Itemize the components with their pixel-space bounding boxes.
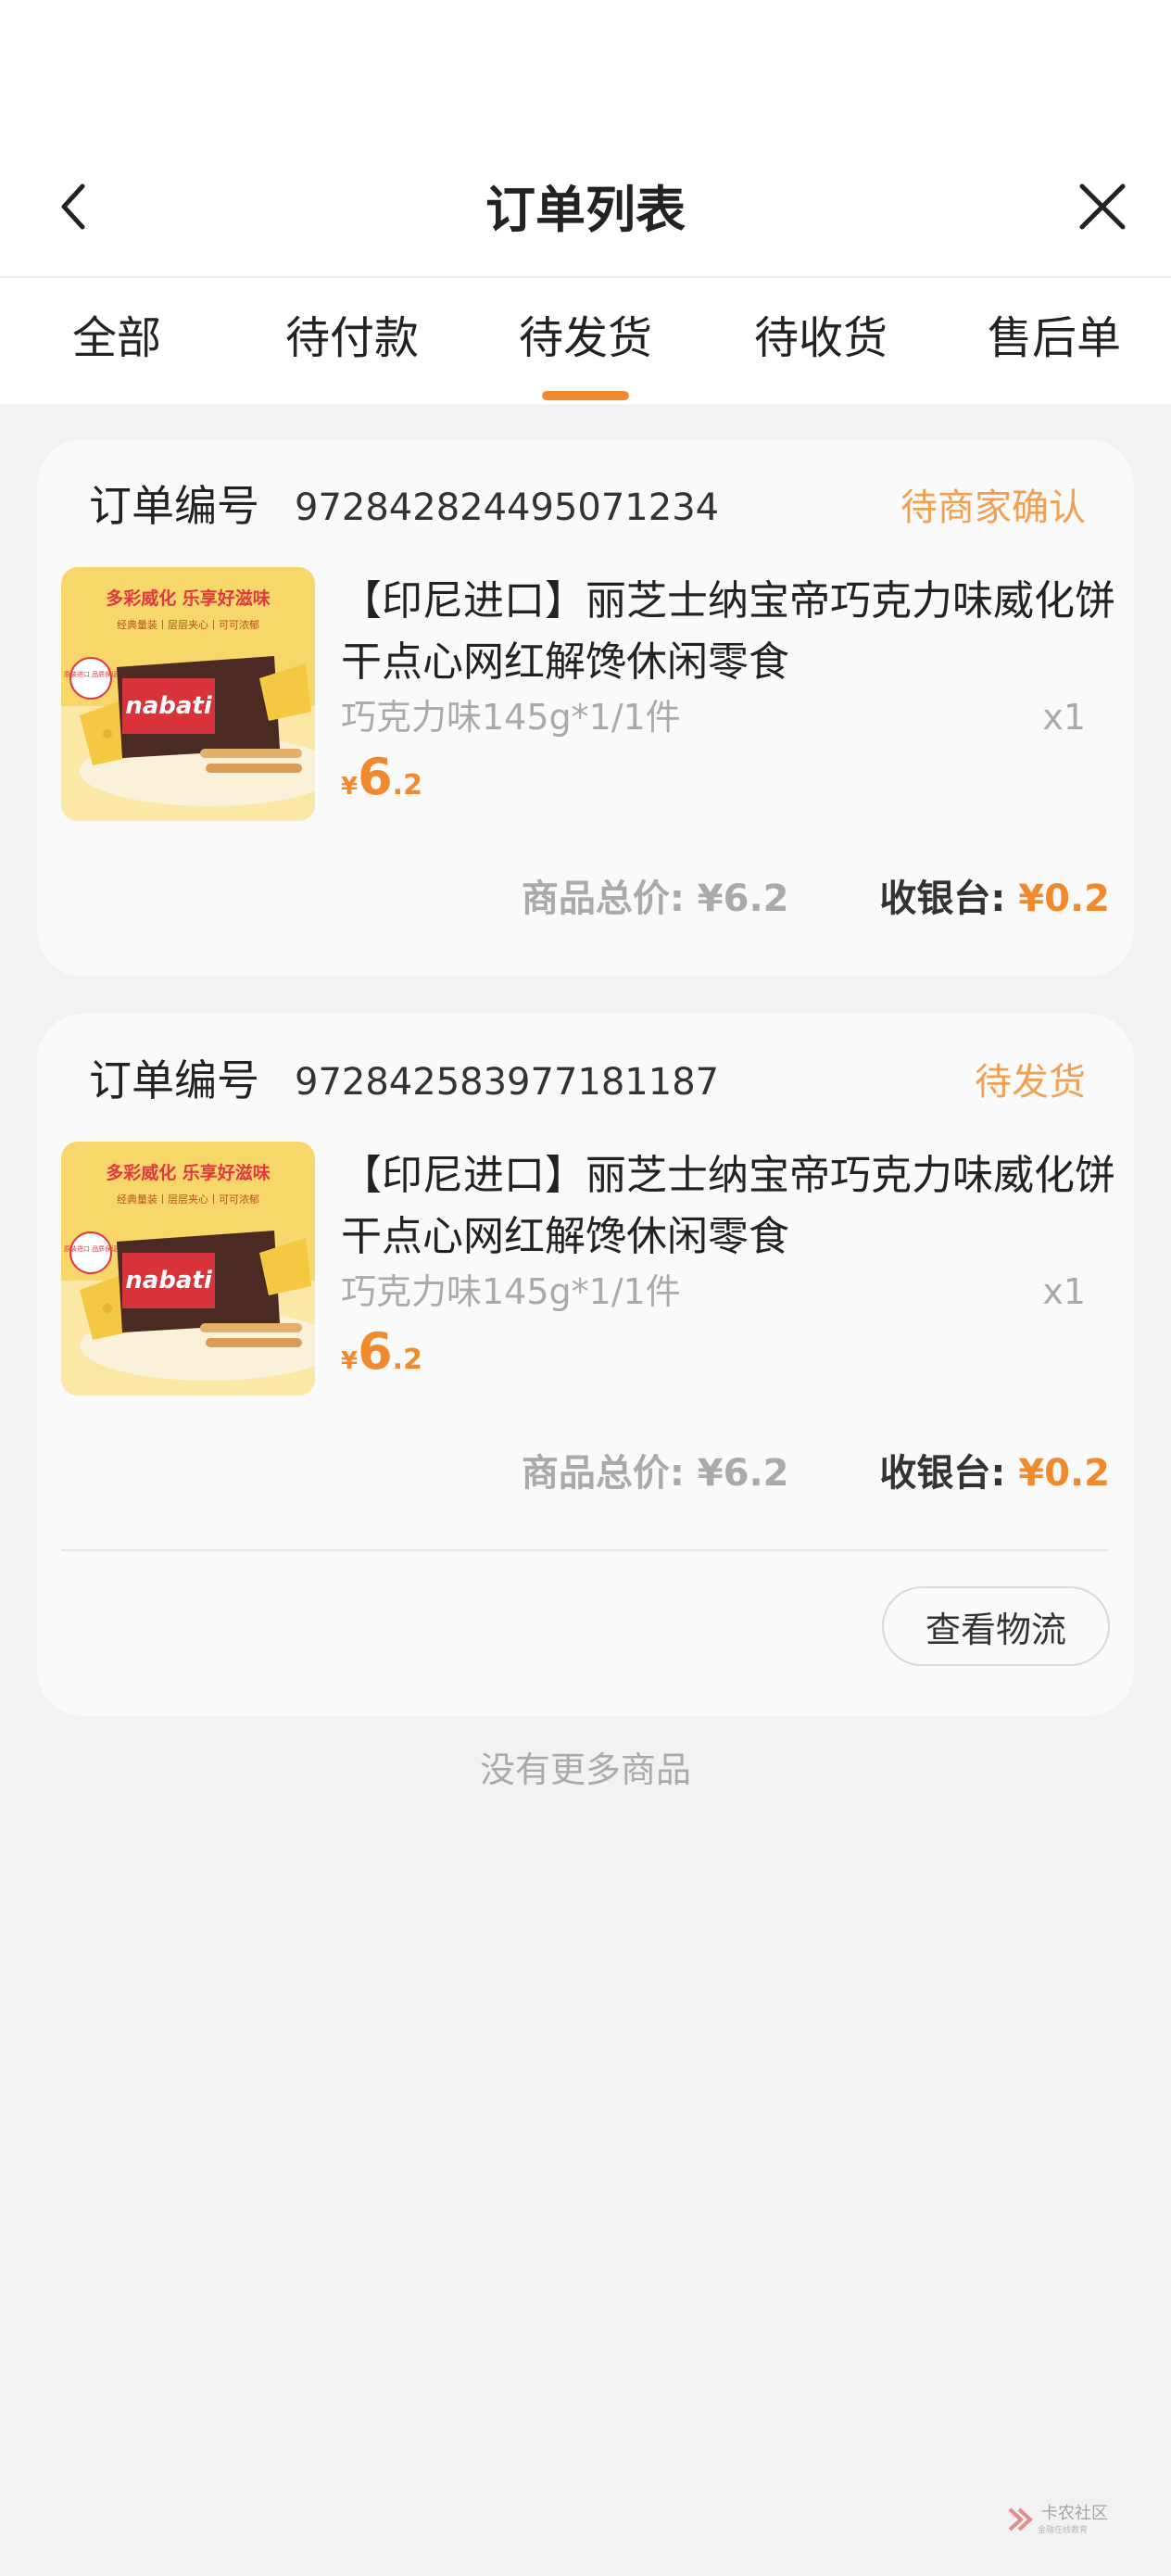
order-number: 972842583977181187 — [295, 1061, 720, 1104]
product-quantity: x1 — [1042, 1271, 1086, 1312]
product-quantity: x1 — [1042, 697, 1086, 738]
product-price: ¥6.2 — [341, 745, 422, 822]
tab-pending-shipment[interactable]: 待发货 — [493, 306, 678, 371]
image-banner-text: 多彩威化 乐享好滋味 — [106, 1162, 271, 1183]
currency-symbol: ¥ — [341, 773, 359, 801]
watermark-subtext: 金融在线教育 — [1038, 2525, 1089, 2535]
tab-after-sales[interactable]: 售后单 — [962, 306, 1147, 371]
order-number-label: 订单编号 — [89, 481, 259, 531]
goods-total-label: 商品总价: — [521, 1452, 685, 1495]
goods-total-value: ¥6.2 — [697, 1452, 789, 1495]
product-image[interactable]: 多彩威化 乐享好滋味 经典量装丨层层夹心丨可可浓郁 原装进口 品质保证 naba… — [61, 567, 315, 821]
currency-symbol: ¥ — [341, 1347, 359, 1375]
active-tab-indicator — [542, 391, 629, 400]
order-card[interactable]: 订单编号 972842824495071234 待商家确认 多彩威化 乐享好滋味… — [37, 439, 1134, 977]
close-button[interactable] — [1065, 165, 1140, 248]
tab-pending-receipt[interactable]: 待收货 — [728, 306, 913, 371]
image-brand-text: nabati — [125, 692, 213, 720]
price-integer: 6 — [358, 748, 393, 806]
header: 订单列表 — [0, 158, 1171, 278]
checkout-value: ¥0.2 — [1018, 1452, 1110, 1495]
product-price: ¥6.2 — [341, 1320, 422, 1396]
close-icon — [1079, 183, 1126, 230]
image-subtitle-text: 经典量装丨层层夹心丨可可浓郁 — [117, 1193, 259, 1206]
product-title[interactable]: 【印尼进口】丽芝士纳宝帝巧克力味威化饼干点心网红解馋休闲零食 — [341, 1145, 1119, 1268]
order-totals: 商品总价: ¥6.2 收银台: ¥0.2 — [522, 871, 1110, 927]
price-decimal: .2 — [392, 1344, 422, 1376]
order-status: 待商家确认 — [900, 486, 1086, 529]
tab-pending-payment[interactable]: 待付款 — [259, 306, 445, 371]
product-image[interactable]: 多彩威化 乐享好滋味 经典量装丨层层夹心丨可可浓郁 原装进口 品质保证 naba… — [61, 1142, 315, 1395]
goods-total-value: ¥6.2 — [697, 878, 789, 920]
checkout-label: 收银台: — [879, 1452, 1006, 1495]
image-badge-text: 原装进口 品质保证 — [64, 670, 118, 678]
image-banner-text: 多彩威化 乐享好滋味 — [106, 587, 271, 609]
card-divider — [61, 1549, 1108, 1551]
price-decimal: .2 — [392, 769, 422, 802]
view-logistics-button[interactable]: 查看物流 — [882, 1586, 1110, 1666]
order-tabs: 全部 待付款 待发货 待收货 售后单 — [0, 278, 1171, 404]
image-brand-text: nabati — [125, 1267, 213, 1294]
order-number: 972842824495071234 — [295, 486, 720, 529]
order-totals: 商品总价: ¥6.2 收银台: ¥0.2 — [522, 1446, 1110, 1501]
price-integer: 6 — [358, 1322, 393, 1381]
no-more-items-text: 没有更多商品 — [479, 1749, 691, 1790]
tab-all[interactable]: 全部 — [24, 306, 209, 371]
order-status: 待发货 — [975, 1061, 1086, 1104]
image-subtitle-text: 经典量装丨层层夹心丨可可浓郁 — [117, 618, 259, 631]
checkout-value: ¥0.2 — [1018, 878, 1110, 920]
checkout-label: 收银台: — [879, 878, 1006, 920]
image-badge-text: 原装进口 品质保证 — [64, 1244, 118, 1253]
watermark-text: 卡农社区 — [1041, 2503, 1108, 2523]
watermark-logo-icon — [1008, 2507, 1033, 2532]
product-spec: 巧克力味145g*1/1件 — [341, 1271, 681, 1312]
order-card[interactable]: 订单编号 972842583977181187 待发货 多彩威化 乐享好滋味 经… — [37, 1014, 1134, 1716]
watermark: 卡农社区 金融在线教育 — [1006, 2496, 1127, 2543]
product-title[interactable]: 【印尼进口】丽芝士纳宝帝巧克力味威化饼干点心网红解馋休闲零食 — [341, 571, 1119, 693]
order-number-label: 订单编号 — [89, 1055, 259, 1105]
product-spec: 巧克力味145g*1/1件 — [341, 697, 681, 738]
page-title: 订单列表 — [485, 181, 686, 239]
goods-total-label: 商品总价: — [521, 878, 685, 920]
